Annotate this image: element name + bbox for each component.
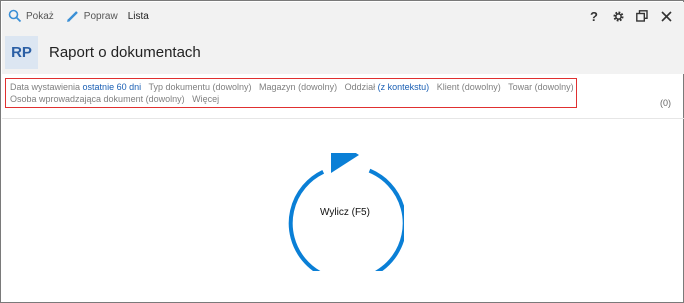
filter-warehouse[interactable]: Magazyn (dowolny) bbox=[259, 82, 337, 92]
divider bbox=[2, 118, 684, 119]
filter-branch[interactable]: Oddział (z kontekstu) bbox=[345, 82, 430, 92]
gear-icon bbox=[612, 10, 624, 22]
show-button[interactable]: Pokaż bbox=[8, 2, 54, 30]
list-button[interactable]: Lista bbox=[128, 2, 149, 30]
help-button[interactable]: ? bbox=[582, 2, 606, 30]
result-count: (0) bbox=[660, 98, 671, 108]
compute-label: Wylicz (F5) bbox=[320, 206, 370, 218]
restore-window-icon bbox=[636, 10, 648, 22]
pencil-icon bbox=[66, 9, 80, 23]
filter-bar: Data wystawienia ostatnie 60 dni Typ dok… bbox=[5, 78, 577, 108]
restore-button[interactable] bbox=[630, 2, 654, 30]
filter-client[interactable]: Klient (dowolny) bbox=[437, 82, 501, 92]
filter-product[interactable]: Towar (dowolny) bbox=[508, 82, 574, 92]
page-header: RP Raport o dokumentach bbox=[2, 30, 684, 74]
settings-button[interactable] bbox=[606, 2, 630, 30]
search-icon bbox=[8, 9, 22, 23]
window-controls: ? bbox=[582, 2, 678, 30]
filter-line-1: Data wystawienia ostatnie 60 dni Typ dok… bbox=[10, 81, 574, 93]
filter-document-type[interactable]: Typ dokumentu (dowolny) bbox=[148, 82, 251, 92]
compute-button[interactable]: Wylicz (F5) bbox=[286, 153, 404, 271]
filter-line-2: Osoba wprowadzająca dokument (dowolny) W… bbox=[10, 93, 572, 105]
report-badge: RP bbox=[5, 35, 38, 69]
page-title: Raport o dokumentach bbox=[49, 43, 201, 61]
show-label: Pokaż bbox=[26, 10, 54, 22]
report-window: Pokaż Popraw Lista ? RP Raport o dokumen… bbox=[0, 0, 684, 303]
close-icon bbox=[660, 10, 672, 22]
fix-button[interactable]: Popraw bbox=[66, 2, 118, 30]
fix-label: Popraw bbox=[83, 10, 118, 22]
top-toolbar: Pokaż Popraw Lista ? bbox=[2, 2, 684, 30]
filter-entered-by[interactable]: Osoba wprowadzająca dokument (dowolny) bbox=[10, 94, 185, 104]
help-icon: ? bbox=[590, 8, 598, 24]
close-button[interactable] bbox=[654, 2, 678, 30]
list-label: Lista bbox=[127, 10, 149, 22]
filter-issue-date[interactable]: Data wystawienia ostatnie 60 dni bbox=[10, 82, 141, 92]
more-filters-link[interactable]: Więcej bbox=[192, 94, 219, 104]
